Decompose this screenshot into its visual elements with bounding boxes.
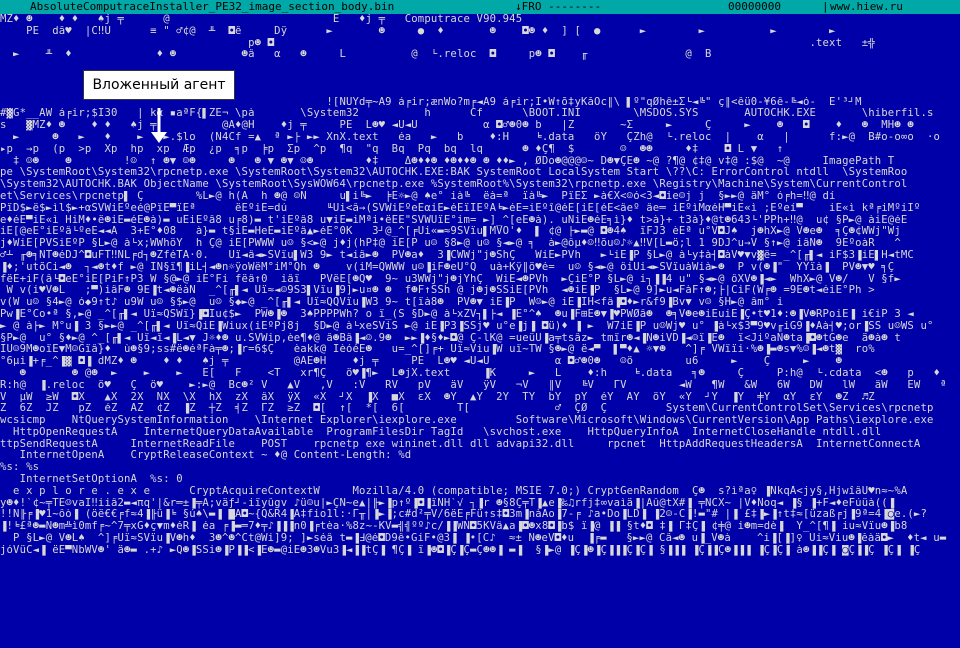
dump-line: R:h@ ▐.reloc ö♥ Ç ö♥ ►:►@ Bc☻² V ▲V ,V :… — [0, 379, 947, 391]
dump-line: §P►@ u° §♦►@ ^_[╓▌◄ Uï◄ï◄▐L◄▼ J☼♦☻ u.SVW… — [0, 332, 901, 344]
website-label: www.hiew.ru — [830, 0, 903, 13]
dump-line: v(W u☺ §4►@ ó◆9↑t♪ u9W u☺ §$►@ u☺ §◆►@ _… — [0, 297, 784, 309]
dump-line: j♦WiE[PVSiEºP §L►@ à└x;WWhöY h Ç@ iE[PWW… — [0, 238, 901, 250]
dump-line: °6µi▐+╒_^▐▓ ◘▐ dMZ♦ ☻ ♦ ♦ ♠j ╤ @ÄE☻H ♦j … — [0, 356, 843, 368]
dump-line: PïD$►ë$►ìl$►+αSVWiEºeé@PïE▀ïEª ëEºiE=dú … — [0, 202, 921, 214]
dump-line: Pw▐E°Co•ª §,►@ _^[╓▌◄ Uï≈QSWï}▐◘Iu¢$► PW… — [0, 308, 914, 320]
dump-line: ☻ ☻ @☻ ► ► ► É[ F <T xr¶Ç ö♥▐¶► L☻jX.tex… — [0, 367, 941, 379]
file-offset: 00000000 — [728, 0, 781, 13]
dump-line: HttpOpenRequestA InternetQueryDataAvaila… — [0, 426, 882, 438]
dump-line: wcsicmp NtQuerySystemInformation \Intern… — [0, 415, 934, 427]
dump-line: IU☺9M☻oïE▼M☺Gïâ}♦ ù☻§9;ss#ë☻éªFà╤☻;▐r=6$… — [0, 344, 875, 356]
dump-line: InternetSetOptionA %s: 0 — [0, 474, 183, 486]
dump-line: ttpSendRequestA InternetReadFile POST rp… — [0, 438, 921, 450]
dump-line: !!Ñ╟╒▐♥1~ôò▐ (öë€€╒f≈4▐╟ü▐╘ §ú♠\▬▐ █Ä◘~{… — [0, 509, 927, 521]
dump-line: ▐♦;'utõCi◄☻ ┐◄☻t♦f ►@ IN§ï¶▐iL┤◄☻n☼ÿoWëM… — [0, 261, 895, 273]
dump-line: y☻♦!`¢~╤TE☺vaI‼iiâ2▬◄πq'|&r═±▐╤A;väƒ┘-iï… — [0, 497, 895, 509]
dump-line: e x p l o r e . e x e CryptAcquireContex… — [0, 485, 908, 497]
file-name: AbsoluteComputraceInstaller_PE32_image_s… — [30, 0, 395, 13]
dump-line: ► ╨ ♦ ♦ ☻ ☻â α ☻ L @ └.reloc ◘ p☻ ◘ ╓ @ … — [0, 49, 712, 61]
dump-line: p☻ ◘ .text ±╬ — [0, 37, 875, 49]
dump-line: InternetOpenA CryptReleaseContext ~ ♦@ C… — [0, 450, 412, 462]
dump-line: P §L►@ V☻L♠ ^]╒Uï≈SVïu▐V☻h♦ 3☻^☻^Ct@Wi]9… — [0, 533, 947, 545]
dump-line: e♦éE▀iE«ì HiM♦•ë☻iE▬éE☻à)▬ uÉiEºâ8 u╒8)▬… — [0, 214, 908, 226]
dump-line: Z 6Z JZ pZ éZ ÄZ ¢Z ▐Z ┼Z ╡Z ΓZ ≥Z ◘[ ↑[… — [0, 403, 934, 415]
dump-line: fëE+iF(â└◘eE°iE[PiF↑P3 W §@►@ iE°Fi fëâ↑… — [0, 273, 901, 285]
dump-line: jóVüC◄▐ ëE▀ÑbWV☻' ä☻▬ .+♪ ►Q☻▐SSi☻▐P▐▐<▐… — [0, 544, 921, 556]
annotation-callout: Вложенный агент — [83, 70, 235, 100]
view-mode: ↓FRO -------- — [515, 0, 602, 13]
down-arrow-icon — [151, 108, 167, 143]
dump-line: V µW ≥W ◘X ▲X 2X NX \X hX zX âX ÿX «X ┘X… — [0, 391, 875, 403]
dump-line: et\Services\rpcnetp▌ Ç %L►@ h(A h ☻@ ☺N … — [0, 190, 836, 202]
dump-line: pe \SystemRoot\System32\rpcnetp.exe \Sys… — [0, 167, 908, 179]
dump-line: ▸p →p (p >p Xp hp xp Æp ¿p ╕p ╞p Σp ^p ¶… — [0, 143, 784, 155]
dump-line: MZ♦ ☻ ♦ ♦ ♠j ╤ @ É ♦j ╤ Computrace V90.9… — [0, 14, 523, 25]
dump-line: \System32\AUTOCHK.BAK ObjectName \System… — [0, 179, 908, 191]
dump-line: ► @ à├► M°u▐ 3 §►►@ _^[╓▌◄ Uï≈QiE▐Wiux(i… — [0, 320, 934, 332]
dump-line: ► ☻ ► ♦ ► ►.$lo (N4Cf =▲ ª ►├ ►► XnX.tex… — [0, 131, 941, 143]
dump-line: ▐!╘£ª☻▬N☻m╩ì0mf╒~^7╤xG♦ç▼m♦éR▐ éa ╒▐▬═7♦… — [0, 521, 908, 533]
dump-line: PE dâ♥ |C‼U ≡ " ♂¢@ ╨ ◘ê Dÿ ► ☻ ● ♦ ☻ ◘☻… — [0, 25, 836, 37]
dump-line: #▓G*__ÄW á╒ir;$I30 | kα ▪aªF{▌ZE¬ \pà \S… — [0, 108, 934, 120]
status-separator: | — [822, 0, 829, 13]
status-bar: AbsoluteComputraceInstaller_PE32_image_s… — [0, 0, 960, 14]
dump-line: %s: %s — [0, 462, 40, 474]
dump-line: iE[@eE°iEºâ└ºeE◄◄A 3+E°♦08 à}▬ t§iE▬HeE▬… — [0, 226, 901, 238]
dump-line: W v(i♥V☻L ;▀)iâF☻ 9E▐t◄☻ëàN _^[╓▌◄ Uï≈◄☺… — [0, 285, 875, 297]
dump-line: s ▓MZ♦ ☻ ♦ ♦ ♠j ╤ @A♦@H ♦j ╤ PE L☻♥ ◄U◄U… — [0, 120, 914, 132]
dump-line: ‡ ☺☻ ☻ !☺ ↑ ☻▼ ☺☻ ☻ ☻ ▼ ☻▼ ☺☻ ♦‡ Δ☻♦♦☻ ♦… — [0, 155, 895, 167]
text-dump-view[interactable]: MZ♦ ☻ ♦ ♦ ♠j ╤ @ É ♦j ╤ Computrace V90.9… — [0, 14, 960, 648]
dump-line: ♂┴ ╓☻╕NT☻éDJ^◘uFT‼NL╒d┐☻ZféTA·0. Uï◄â◄►S… — [0, 249, 914, 261]
